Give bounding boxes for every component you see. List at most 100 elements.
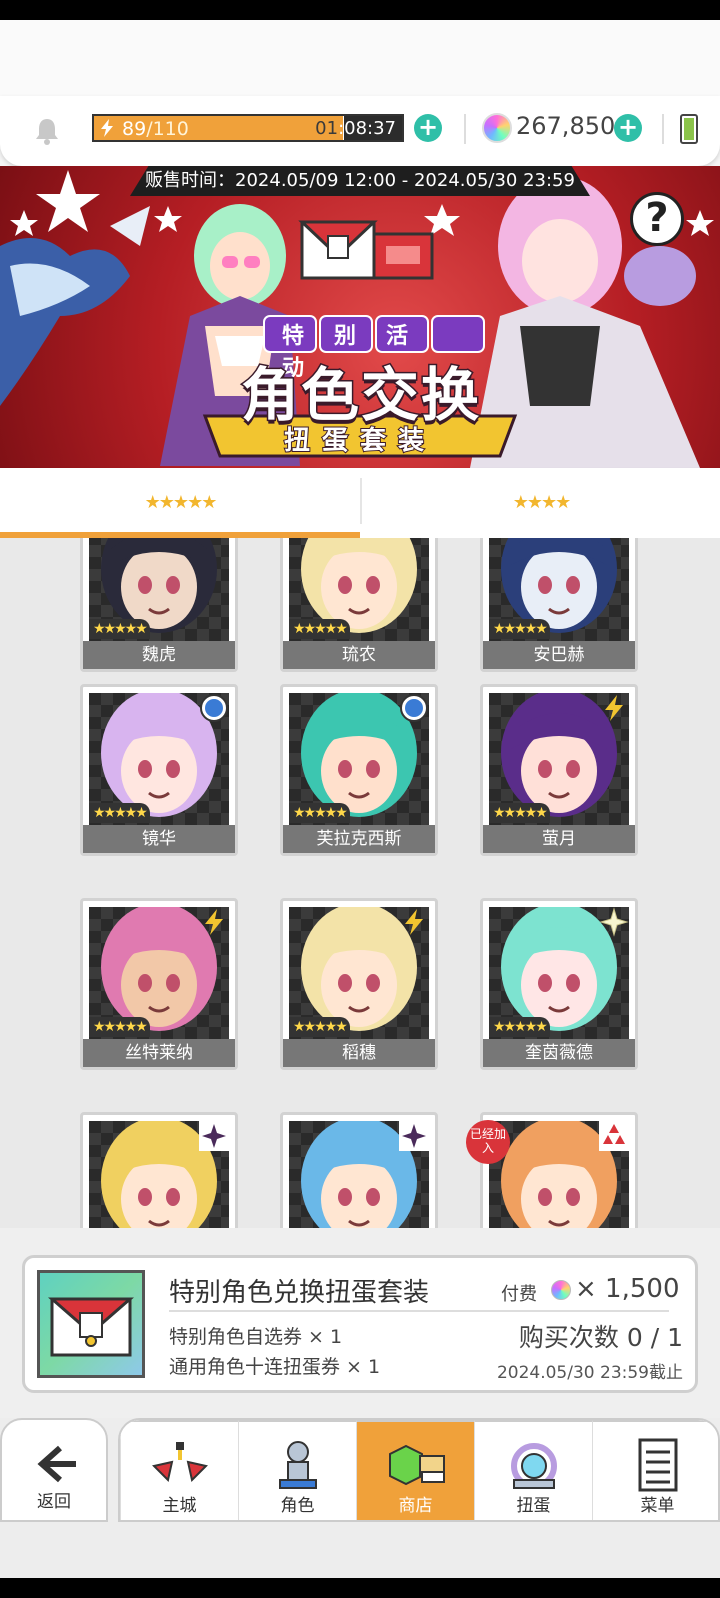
nav-label: 商店: [398, 1496, 433, 1516]
element-dark-icon: [199, 1121, 229, 1151]
element-circle-icon: [199, 693, 229, 723]
character-card[interactable]: ★★★★★ 安巴赫: [480, 538, 638, 672]
element-lightning-icon: [399, 907, 429, 937]
character-card[interactable]: ★★★★★ 稻穗: [280, 898, 438, 1070]
envelope-icon: [47, 1297, 135, 1357]
screen: 89/110 01:08:37 + 267,850 + ? 贩售时间：2024.…: [0, 0, 720, 1598]
stamina-value: 89/110: [122, 118, 189, 140]
gem-count: 267,850: [516, 112, 616, 140]
character-name: 琉农: [283, 641, 435, 669]
star-decoration: [10, 210, 38, 236]
nav-label: 菜单: [640, 1496, 675, 1516]
star-decoration: [686, 210, 714, 236]
character-name: 稻穗: [283, 1039, 435, 1067]
deadline: 2024.05/30 23:59截止: [496, 1363, 683, 1383]
character-name: 萤月: [483, 825, 635, 853]
divider: [464, 114, 466, 144]
element-lightning-icon: [599, 693, 629, 723]
menu-icon: [638, 1438, 677, 1492]
divider: [169, 1310, 669, 1312]
price-label: 付费: [501, 1284, 537, 1305]
element-fire-icon: [599, 1121, 629, 1151]
battery-icon: [680, 114, 698, 144]
star-rating: ★★★★★: [89, 1017, 150, 1037]
character-card[interactable]: [80, 1112, 238, 1228]
purchase-panel[interactable]: 特别角色兑换扭蛋套装 特别角色自选券 × 1 通用角色十连扭蛋券 × 1 付费 …: [22, 1255, 698, 1393]
star-rating: ★★★★★: [289, 803, 350, 823]
star-decoration: [424, 204, 460, 236]
character-card[interactable]: ★★★★★ 琉农: [280, 538, 438, 672]
gem-icon: [482, 113, 512, 143]
bundle-item: 特别角色自选券 × 1: [169, 1326, 343, 1348]
back-button[interactable]: 返回: [0, 1418, 108, 1522]
joined-badge: 已经加入: [466, 1120, 510, 1164]
star-rating: ★★★★★: [489, 1017, 550, 1037]
banner-subtitle: 扭蛋套装: [283, 425, 436, 457]
bundle-title: 特别角色兑换扭蛋套装: [169, 1278, 430, 1308]
nav-shop[interactable]: 商店: [356, 1420, 474, 1520]
envelope-icon: [298, 220, 378, 280]
stamina-timer: 01:08:37: [315, 118, 396, 139]
star-rating: ★★★★★: [289, 619, 350, 639]
star-decoration: [154, 206, 182, 232]
character-name: 安巴赫: [483, 641, 635, 669]
character-card[interactable]: ★★★★★ 芙拉克西斯: [280, 684, 438, 856]
nav-menu[interactable]: 菜单: [592, 1420, 718, 1520]
nav-tabs: 主城 角色 商店 扭蛋 菜单: [118, 1418, 720, 1522]
star-decoration: [36, 170, 100, 232]
back-label: 返回: [37, 1492, 71, 1512]
resource-header: 89/110 01:08:37 + 267,850 +: [0, 96, 720, 166]
tab-divider: [360, 478, 362, 524]
dragon-character: [0, 238, 130, 406]
help-button[interactable]: ?: [630, 192, 684, 246]
star-rating: ★★★★★: [489, 803, 550, 823]
element-lightning-icon: [199, 907, 229, 937]
status-bar: [0, 0, 720, 20]
character-name: 镜华: [83, 825, 235, 853]
lightning-icon: [96, 118, 118, 138]
price-value: × 1,500: [575, 1274, 680, 1304]
stamina-bar: 89/110 01:08:37: [92, 114, 404, 142]
purchase-count: 购买次数 0 / 1: [518, 1323, 683, 1352]
tab-five-star[interactable]: ★★★★★: [0, 468, 360, 538]
character-card[interactable]: ★★★★★ 奎茵薇德: [480, 898, 638, 1070]
element-sparkle-icon: [599, 907, 629, 937]
character-name: 丝特莱纳: [83, 1039, 235, 1067]
tab-four-star[interactable]: ★★★★: [362, 468, 720, 538]
add-gems-button[interactable]: +: [614, 114, 642, 142]
bottom-area: [0, 1522, 720, 1578]
character-card[interactable]: [280, 1112, 438, 1228]
top-area: [0, 20, 720, 100]
town-icon: [151, 1442, 208, 1482]
joined-badge-text: 已经加入: [469, 1127, 506, 1155]
character-card[interactable]: ★★★★★ 丝特莱纳: [80, 898, 238, 1070]
gacha-icon: [510, 1443, 557, 1489]
nav-label: 主城: [162, 1496, 197, 1516]
bundle-icon: [37, 1270, 145, 1378]
character-name: 奎茵薇德: [483, 1039, 635, 1067]
star-rating: ★★★★★: [89, 619, 150, 639]
bell-icon[interactable]: [32, 116, 62, 146]
system-bar: [0, 1578, 720, 1598]
nav-label: 角色: [280, 1496, 315, 1516]
star-rating: ★★★★★: [289, 1017, 350, 1037]
add-stamina-button[interactable]: +: [414, 114, 442, 142]
character-icon: [278, 1441, 317, 1489]
character-card[interactable]: ★★★★★ 萤月: [480, 684, 638, 856]
character-grid: ★★★★★ 魏虎 ★★★★★ 琉农 ★★★★★ 安巴赫 ★★★★★ 镜华 ★★★★★ 芙拉克西斯 ★…: [0, 538, 720, 1228]
divider: [662, 114, 664, 144]
character-card[interactable]: ★★★★★ 镜华: [80, 684, 238, 856]
star-rating: ★★★★★: [89, 803, 150, 823]
nav-town[interactable]: 主城: [120, 1420, 238, 1520]
sale-time: 贩售时间：2024.05/09 12:00 - 2024.05/30 23:59: [130, 166, 590, 196]
shop-icon: [388, 1444, 445, 1486]
character-card[interactable]: ★★★★★ 魏虎: [80, 538, 238, 672]
nav-gacha[interactable]: 扭蛋: [474, 1420, 592, 1520]
bundle-item: 通用角色十连扭蛋券 × 1: [169, 1356, 381, 1378]
nav-label: 扭蛋: [516, 1496, 551, 1516]
nav-characters[interactable]: 角色: [238, 1420, 356, 1520]
element-dark-icon: [399, 1121, 429, 1151]
character-name: 魏虎: [83, 641, 235, 669]
element-circle-icon: [399, 693, 429, 723]
ticket-icon: [372, 232, 434, 280]
